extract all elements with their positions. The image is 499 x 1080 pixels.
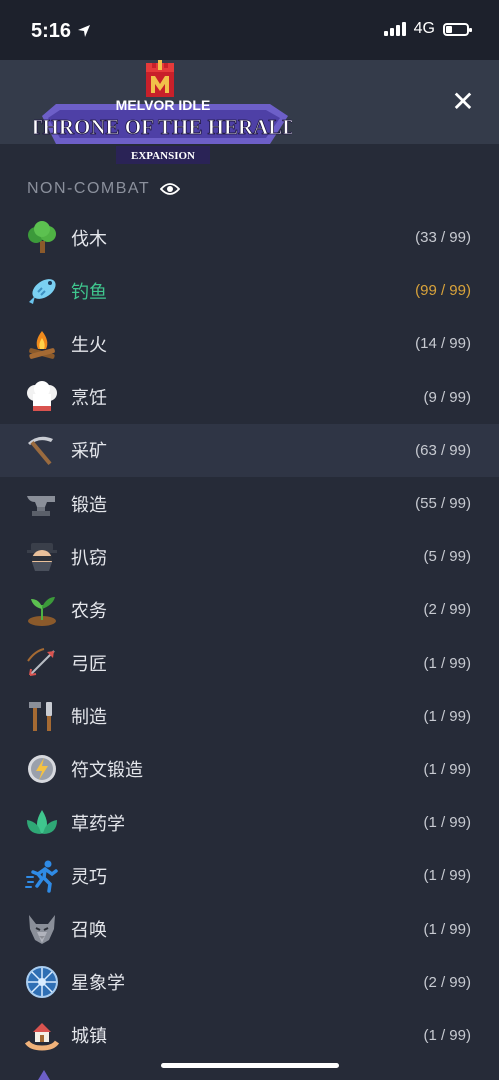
skill-level: (63 / 99) [415,441,471,459]
home-indicator[interactable] [161,1063,339,1068]
skill-name: 弓匠 [71,654,107,675]
skill-level: (99 / 99) [415,282,471,300]
skill-level: (1 / 99) [423,1026,471,1044]
running-man-icon [25,859,59,893]
expansion-logo: MELVOR IDLE THRONE OF THE HERALD EXPANSI… [34,60,292,164]
skill-name: 烹饪 [71,388,107,409]
fish-icon [25,274,59,308]
skill-row-herblore[interactable]: 草药学 (1 / 99) [0,796,499,849]
skill-level: (1 / 99) [423,707,471,725]
section-title: NON-COMBAT [27,180,181,198]
skill-row-fishing[interactable]: 钓鱼 (99 / 99) [0,264,499,317]
logo-title-text: THRONE OF THE HERALD [34,115,292,139]
tree-icon [25,220,59,255]
battery-icon [443,22,472,36]
network-label: 4G [413,20,435,37]
skill-level: (1 / 99) [423,920,471,938]
skill-row-cooking[interactable]: 烹饪 (9 / 99) [0,371,499,424]
header: MELVOR IDLE THRONE OF THE HERALD EXPANSI… [0,60,499,164]
skill-level: (9 / 99) [423,388,471,406]
rune-icon [25,752,59,786]
skill-name: 灵巧 [71,866,107,887]
skill-row-summoning[interactable]: 召唤 (1 / 99) [0,902,499,955]
skill-name: 伐木 [71,228,107,249]
skill-level: (2 / 99) [423,601,471,619]
status-bar: 5:16 4G [0,0,499,60]
skill-name: 草药学 [71,813,125,834]
skill-row-astrology[interactable]: 星象学 (2 / 99) [0,956,499,1009]
skill-name: 扒窃 [71,547,107,568]
skill-level: (55 / 99) [415,495,471,513]
skill-level: (1 / 99) [423,867,471,885]
herb-leaf-icon [25,806,59,840]
anvil-icon [25,487,59,521]
skill-row-smithing[interactable]: 锻造 (55 / 99) [0,477,499,530]
skill-name: 生火 [71,334,107,355]
skill-row-township[interactable]: 城镇 (1 / 99) [0,1009,499,1062]
skill-level: (14 / 99) [415,335,471,353]
section-title-text: NON-COMBAT [27,180,151,197]
skill-row-farming[interactable]: 农务 (2 / 99) [0,583,499,636]
skill-name: 农务 [71,600,107,621]
skill-row-runecrafting[interactable]: 符文锻造 (1 / 99) [0,743,499,796]
status-indicators: 4G [383,20,472,38]
skill-row-woodcutting[interactable]: 伐木 (33 / 99) [0,211,499,264]
astrology-wheel-icon [25,965,59,999]
skill-row-firemaking[interactable]: 生火 (14 / 99) [0,317,499,370]
wolf-icon [25,912,59,946]
status-time: 5:16 [31,20,72,42]
skill-level: (1 / 99) [423,654,471,672]
skill-level: (1 / 99) [423,760,471,778]
skill-level: (33 / 99) [415,229,471,247]
house-hands-icon [25,1018,59,1052]
chef-hat-icon [25,380,59,414]
campfire-icon [25,327,59,361]
signal-icon [383,22,406,36]
skill-list: 伐木 (33 / 99) 钓鱼 (99 / 99) 生火 (14 / 99) 烹… [0,211,499,1062]
skill-name: 钓鱼 [71,281,107,302]
skill-row-agility[interactable]: 灵巧 (1 / 99) [0,849,499,902]
location-arrow-icon [78,25,90,37]
eye-icon[interactable] [160,182,181,196]
skill-name: 采矿 [71,441,107,462]
skill-level: (2 / 99) [423,973,471,991]
thief-icon [25,540,59,574]
tools-icon [25,699,59,733]
skill-name: 城镇 [71,1026,107,1047]
skill-level: (1 / 99) [423,814,471,832]
skill-name: 召唤 [71,920,107,941]
sprout-icon [25,593,59,627]
skill-row-mining[interactable]: 采矿 (63 / 99) [0,423,499,477]
logo-sub-text: EXPANSION [131,150,195,162]
skill-name: 星象学 [71,973,125,994]
skill-row-fletching[interactable]: 弓匠 (1 / 99) [0,637,499,690]
skill-name: 锻造 [71,494,107,515]
skill-row-thieving[interactable]: 扒窃 (5 / 99) [0,530,499,583]
next-skill-icon-partial [38,1070,50,1080]
pickaxe-icon [25,433,59,467]
skill-name: 制造 [71,707,107,728]
bow-arrow-icon [25,646,59,680]
logo-game-text: MELVOR IDLE [116,97,211,113]
skill-row-crafting[interactable]: 制造 (1 / 99) [0,690,499,743]
skill-level: (5 / 99) [423,548,471,566]
skill-name: 符文锻造 [71,760,143,781]
close-button[interactable]: ✕ [451,88,475,116]
